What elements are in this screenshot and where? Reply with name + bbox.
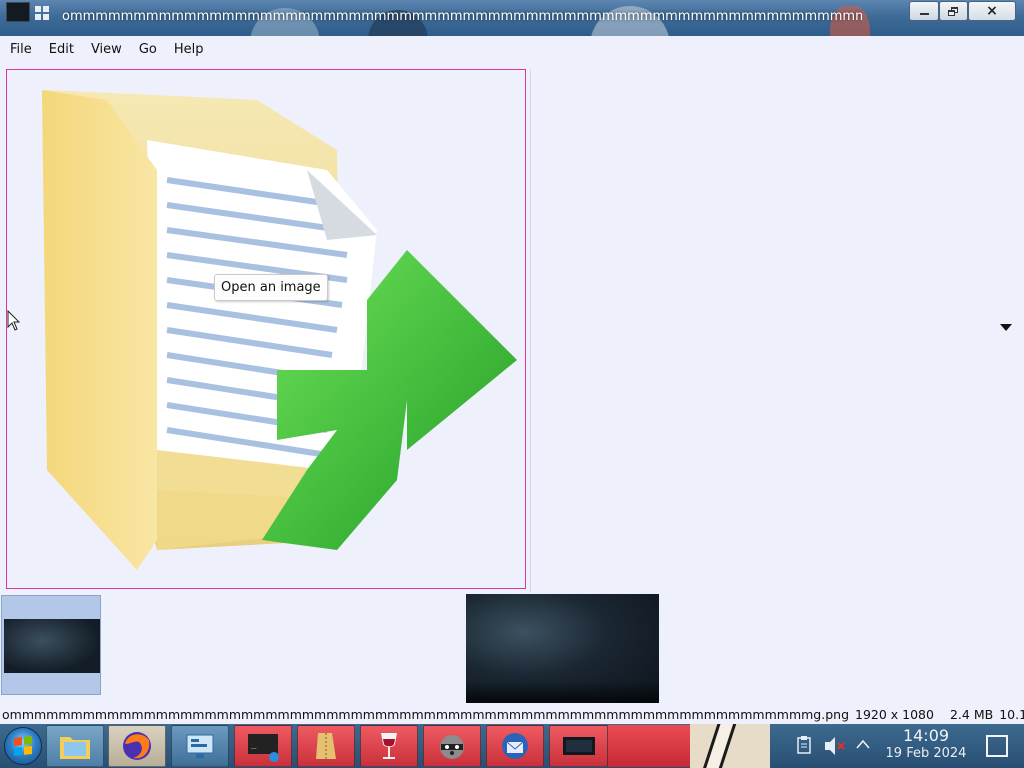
thunderbird-icon — [502, 733, 528, 759]
menu-help[interactable]: Help — [168, 36, 210, 64]
status-filename: ommmmmmmmmmmmmmmmmmmmmmmmmmmmmmmmmmmmmmm… — [2, 707, 849, 722]
taskbar-file-manager[interactable] — [46, 725, 104, 767]
windows-logo-icon — [14, 736, 32, 756]
mouse-cursor-icon — [7, 310, 21, 331]
wine-icon — [381, 733, 397, 759]
status-filesize: 2.4 MB — [949, 707, 994, 722]
image-preview[interactable] — [466, 594, 659, 703]
chevron-down-icon[interactable] — [1000, 324, 1012, 331]
restore-button[interactable] — [939, 1, 968, 21]
minimize-icon — [919, 13, 929, 15]
app-grid-icon[interactable] — [35, 6, 49, 20]
start-button[interactable] — [4, 727, 42, 765]
menu-view[interactable]: View — [85, 36, 128, 64]
image-viewer-task-icon — [562, 737, 595, 755]
wallpaper-map-region — [690, 724, 770, 768]
firefox-icon — [123, 732, 151, 760]
preview-horizon — [466, 681, 659, 703]
clock-time[interactable]: 14:09 — [901, 726, 951, 745]
title-bar[interactable]: ommmmmmmmmmmmmmmmmmmmmmmmmmmmmmmmmmmmmmm… — [0, 0, 1024, 36]
taskbar-terminal[interactable]: _ — [234, 725, 292, 767]
svg-text:_: _ — [251, 740, 257, 750]
taskbar-empty-slot — [608, 725, 690, 767]
image-viewer-window: ommmmmmmmmmmmmmmmmmmmmmmmmmmmmmmmmmmmmmm… — [0, 0, 1024, 768]
thumbnail-selected[interactable] — [1, 595, 101, 695]
chevron-up-icon[interactable] — [856, 738, 870, 750]
taskbar-wine[interactable] — [360, 725, 418, 767]
file-manager-icon — [60, 737, 90, 759]
thumbnail-strip — [0, 593, 1024, 705]
clipboard-icon[interactable] — [797, 736, 811, 754]
taskbar-firefox[interactable] — [108, 725, 166, 767]
tooltip: Open an image — [214, 274, 328, 301]
map-river — [701, 724, 737, 768]
archive-icon — [316, 733, 336, 759]
taskbar-control-panel[interactable] — [171, 725, 229, 767]
status-dimensions: 1920 x 1080 — [855, 707, 934, 722]
minimize-button[interactable] — [909, 1, 939, 21]
panel-divider[interactable] — [530, 69, 531, 592]
menu-file[interactable]: File — [4, 36, 38, 64]
menu-bar: File Edit View Go Help — [0, 36, 1024, 64]
taskbar: _ 14:09 19 Feb 2024 — [0, 724, 1024, 768]
image-display-area[interactable]: Open an image — [6, 69, 526, 589]
menu-go[interactable]: Go — [133, 36, 163, 64]
menu-edit[interactable]: Edit — [43, 36, 80, 64]
clock-date[interactable]: 19 Feb 2024 — [880, 746, 972, 761]
taskbar-raccoon[interactable] — [423, 725, 481, 767]
window-app-icon[interactable] — [6, 2, 30, 22]
show-desktop-button[interactable] — [986, 735, 1008, 757]
taskbar-thunderbird[interactable] — [486, 725, 544, 767]
taskbar-archive[interactable] — [297, 725, 355, 767]
restore-icon — [948, 6, 959, 16]
volume-muted-icon[interactable] — [823, 735, 847, 757]
window-title: ommmmmmmmmmmmmmmmmmmmmmmmmmmmmmmmmmmmmmm… — [62, 9, 862, 24]
close-icon: × — [986, 3, 998, 19]
status-zoom: 10.1% — [999, 707, 1024, 722]
close-button[interactable]: × — [968, 1, 1016, 21]
taskbar-image-viewer[interactable] — [549, 725, 608, 767]
thumbnail-image — [4, 619, 100, 673]
status-bar: ommmmmmmmmmmmmmmmmmmmmmmmmmmmmmmmmmmmmmm… — [0, 706, 1024, 724]
raccoon-icon — [440, 735, 464, 759]
control-panel-icon — [186, 734, 214, 758]
open-folder-icon[interactable] — [7, 70, 526, 589]
terminal-icon: _ — [248, 734, 279, 762]
